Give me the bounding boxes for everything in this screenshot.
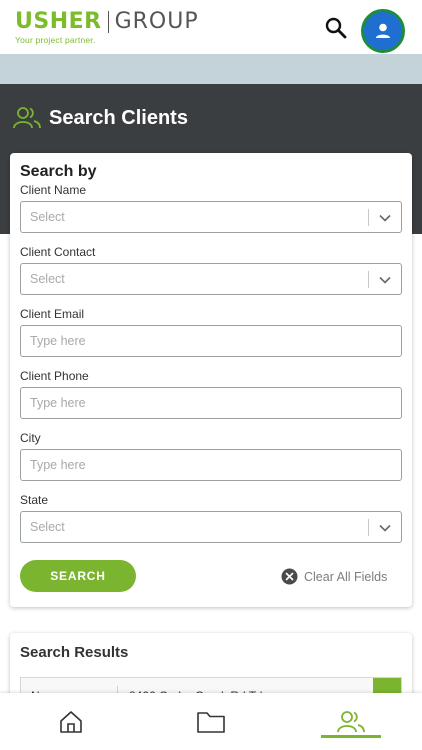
client-contact-placeholder: Select: [30, 272, 65, 286]
chevron-down-icon: [379, 276, 391, 284]
state-label: State: [20, 493, 49, 507]
search-button[interactable]: SEARCH: [20, 560, 136, 592]
client-email-field: [20, 325, 402, 357]
state-select[interactable]: Select: [20, 511, 402, 543]
users-icon: [13, 107, 41, 129]
home-icon: [60, 710, 82, 733]
dropdown-divider: [368, 519, 369, 536]
city-input[interactable]: [21, 450, 401, 480]
clear-all-fields-button[interactable]: Clear All Fields: [281, 568, 387, 585]
logo-brand: USHER: [15, 9, 102, 34]
close-circle-icon: [281, 568, 298, 585]
logo-tagline: Your project partner.: [15, 35, 96, 45]
usher-group-logo: USHER GROUP Your project partner.: [15, 9, 199, 46]
dropdown-divider: [368, 209, 369, 226]
header-band: [0, 54, 422, 84]
client-email-label: Client Email: [20, 307, 85, 321]
client-phone-input[interactable]: [21, 388, 401, 418]
city-field: [20, 449, 402, 481]
user-avatar-button[interactable]: [361, 9, 405, 53]
client-email-input[interactable]: [21, 326, 401, 356]
client-name-label: Client Name: [20, 183, 87, 197]
logo-divider: [107, 11, 109, 33]
page-title: Search Clients: [49, 106, 188, 129]
client-name-placeholder: Select: [30, 210, 65, 224]
top-app-bar: USHER GROUP Your project partner.: [0, 0, 422, 54]
nav-active-indicator: [321, 735, 381, 738]
search-by-heading: Search by: [20, 163, 97, 180]
client-phone-label: Client Phone: [20, 369, 89, 383]
client-contact-select[interactable]: Select: [20, 263, 402, 295]
search-card: Search by Client Name Select Client Cont…: [10, 153, 412, 607]
folder-icon: [197, 711, 225, 733]
chevron-down-icon: [379, 214, 391, 222]
page-title-row: Search Clients: [12, 106, 188, 130]
client-name-select[interactable]: Select: [20, 201, 402, 233]
search-results-title: Search Results: [20, 644, 129, 661]
chevron-down-icon: [379, 524, 391, 532]
nav-projects[interactable]: [181, 693, 241, 750]
clear-all-fields-label: Clear All Fields: [304, 569, 388, 584]
nav-clients[interactable]: [321, 693, 381, 750]
search-icon[interactable]: [324, 16, 348, 40]
nav-home[interactable]: [41, 693, 101, 750]
state-placeholder: Select: [30, 520, 65, 534]
logo-group-text: GROUP: [114, 9, 199, 34]
dropdown-divider: [368, 271, 369, 288]
users-icon: [337, 710, 365, 732]
client-phone-field: [20, 387, 402, 419]
bottom-navigation: [0, 693, 422, 750]
client-contact-label: Client Contact: [20, 245, 96, 259]
user-icon: [376, 23, 390, 38]
city-label: City: [20, 431, 41, 445]
